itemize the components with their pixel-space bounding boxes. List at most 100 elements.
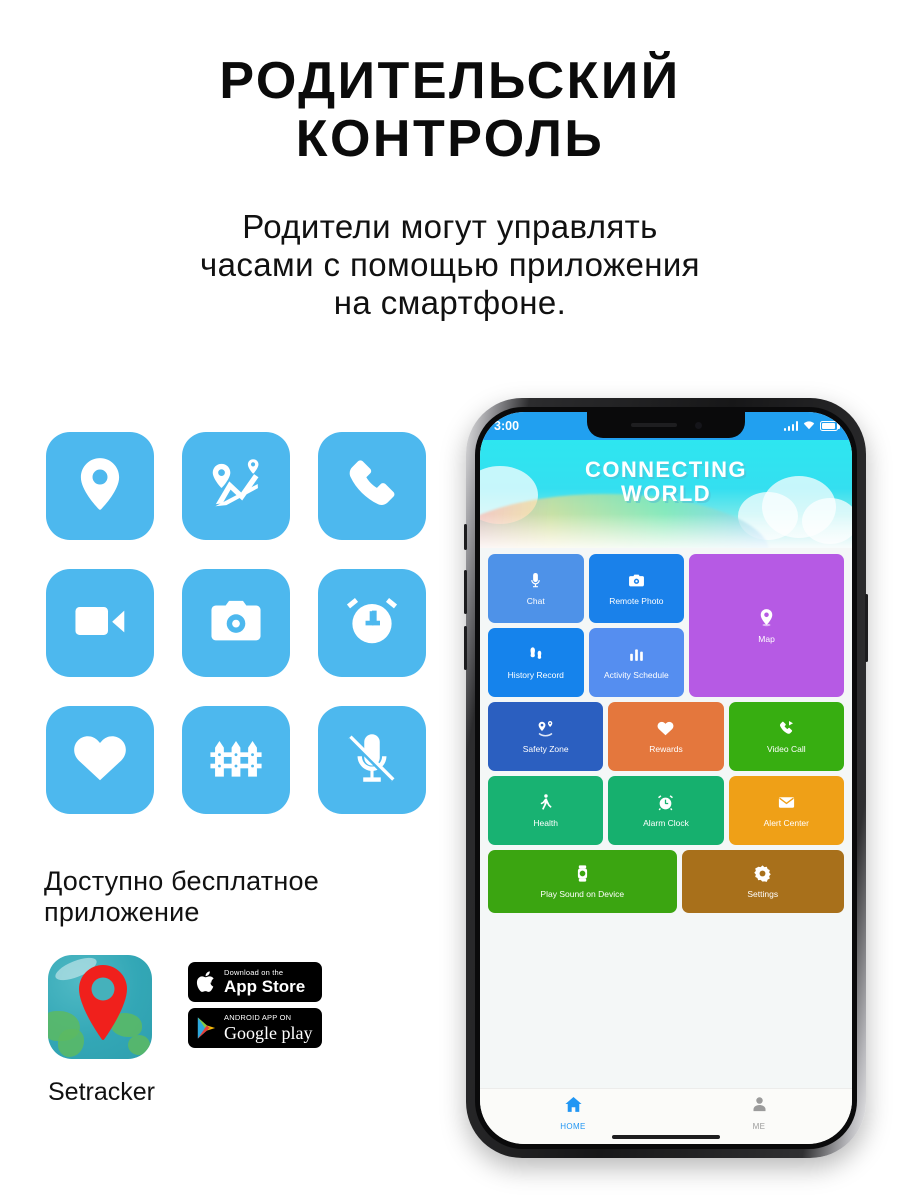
feature-tile-mic-off [318, 706, 426, 814]
phone-call-icon [341, 453, 403, 520]
tile-group-primary: Chat Remote Photo Map History Record Act… [488, 554, 844, 697]
map-pin-icon [756, 607, 777, 634]
tile-chat[interactable]: Chat [488, 554, 584, 623]
app-store-badge-label: App Store [224, 977, 306, 997]
feature-tile-alarm [318, 569, 426, 677]
phone-power-button [865, 594, 868, 662]
poster-root: РОДИТЕЛЬСКИЙ КОНТРОЛЬ Родители могут упр… [0, 0, 900, 1200]
banner-title-line2: WORLD [620, 481, 712, 506]
signal-bars-icon [783, 421, 798, 431]
page-subtitle-line3: на смартфоне. [333, 284, 567, 321]
app-store-badge[interactable]: Download on the App Store [188, 962, 322, 1002]
banner-haze [480, 514, 852, 548]
feature-tile-heart [46, 706, 154, 814]
gear-icon [753, 864, 772, 889]
envelope-icon [777, 793, 796, 818]
tile-alarm-clock[interactable]: Alarm Clock [608, 776, 724, 845]
tile-map[interactable]: Map [689, 554, 844, 697]
camera-icon [627, 571, 646, 596]
feature-tile-camera [182, 569, 290, 677]
feature-icon-grid [46, 432, 436, 814]
tile-history-record[interactable]: History Record [488, 628, 584, 697]
page-title: РОДИТЕЛЬСКИЙ КОНТРОЛЬ [0, 52, 900, 168]
tile-label: Remote Photo [609, 596, 664, 606]
tile-safety-zone[interactable]: Safety Zone [488, 702, 604, 771]
page-subtitle-line1: Родители могут управлять [242, 208, 658, 245]
tile-health[interactable]: Health [488, 776, 604, 845]
tile-activity-schedule[interactable]: Activity Schedule [588, 628, 685, 697]
google-play-triangle-icon [195, 1015, 218, 1041]
home-indicator [612, 1135, 720, 1139]
red-map-pin-icon [79, 965, 127, 1040]
feature-tile-video [46, 569, 154, 677]
front-camera-icon [694, 421, 702, 429]
earpiece-speaker [630, 423, 677, 427]
bar-chart-icon [627, 645, 646, 670]
tile-label: Play Sound on Device [540, 889, 625, 899]
page-subtitle: Родители могут управлять часами с помощь… [60, 208, 840, 322]
alarm-clock-icon [656, 793, 675, 818]
feature-tile-phone [318, 432, 426, 540]
google-play-badge[interactable]: ANDROID APP ON Google play [188, 1008, 322, 1048]
phone-bezel: 3:00 CONNECTING WORLD Chat Remote Photo … [475, 407, 857, 1149]
google-play-badge-label: Google play [224, 1022, 313, 1043]
tile-label: Map [758, 634, 775, 644]
location-pin-icon [69, 453, 131, 520]
video-call-icon [777, 719, 796, 744]
tile-video-call[interactable]: Video Call [728, 702, 844, 771]
tile-label: Safety Zone [522, 744, 569, 754]
tile-rewards[interactable]: Rewards [608, 702, 724, 771]
battery-icon [820, 421, 841, 431]
route-map-icon [205, 453, 267, 520]
nav-item-label: HOME [560, 1121, 586, 1131]
tile-label: Chat [526, 596, 545, 606]
page-subtitle-line2: часами с помощью приложения [200, 246, 700, 283]
smartwatch-icon [573, 864, 592, 889]
tile-group-secondary: Safety Zone Rewards Video Call Health Al… [488, 702, 844, 845]
tile-label: Health [533, 818, 558, 828]
tile-settings[interactable]: Settings [681, 850, 844, 913]
tile-label: Alarm Clock [643, 818, 689, 828]
smartphone-mockup: 3:00 CONNECTING WORLD Chat Remote Photo … [464, 398, 868, 1158]
heart-icon [69, 727, 131, 794]
tile-group-tertiary: Play Sound on Device Settings [488, 850, 844, 913]
microphone-icon [526, 571, 545, 596]
tile-remote-photo[interactable]: Remote Photo [588, 554, 685, 623]
person-icon [750, 1095, 769, 1119]
app-store-badge-small: Download on the [224, 967, 284, 977]
phone-notch [587, 412, 745, 438]
tile-label: Alert Center [763, 818, 809, 828]
wifi-icon [803, 419, 815, 433]
phone-volume-down-button [464, 626, 467, 670]
tile-label: Settings [747, 889, 779, 899]
nav-item-me[interactable]: ME [666, 1095, 852, 1131]
app-banner: CONNECTING WORLD [480, 440, 852, 548]
feature-tile-route [182, 432, 290, 540]
nav-item-home[interactable]: HOME [480, 1095, 666, 1131]
walking-icon [536, 793, 555, 818]
tile-play-sound-on-device[interactable]: Play Sound on Device [488, 850, 677, 913]
free-app-heading-line1: Доступно бесплатное [44, 866, 319, 896]
status-bar-icons [783, 419, 841, 433]
free-app-heading: Доступно бесплатное приложение [44, 866, 444, 928]
nav-item-label: ME [752, 1121, 766, 1131]
page-title-line1: РОДИТЕЛЬСКИЙ [219, 52, 681, 110]
home-icon [564, 1095, 583, 1119]
tile-label: Video Call [767, 744, 806, 754]
tile-label: Rewards [649, 744, 683, 754]
app-name-label: Setracker [48, 1078, 155, 1106]
safety-zone-icon [536, 719, 555, 744]
status-bar-time: 3:00 [494, 419, 520, 433]
tile-label: History Record [507, 670, 564, 680]
setracker-app-icon [48, 955, 152, 1059]
google-play-badge-small: ANDROID APP ON [224, 1013, 292, 1023]
apple-logo-icon [195, 969, 218, 995]
microphone-off-icon [341, 727, 403, 794]
banner-title-line1: CONNECTING [585, 457, 747, 482]
fence-icon [205, 727, 267, 794]
video-camera-icon [69, 590, 131, 657]
phone-screen: 3:00 CONNECTING WORLD Chat Remote Photo … [480, 412, 852, 1144]
tile-alert-center[interactable]: Alert Center [728, 776, 844, 845]
footprints-icon [526, 645, 545, 670]
app-tile-area: Chat Remote Photo Map History Record Act… [480, 548, 852, 913]
